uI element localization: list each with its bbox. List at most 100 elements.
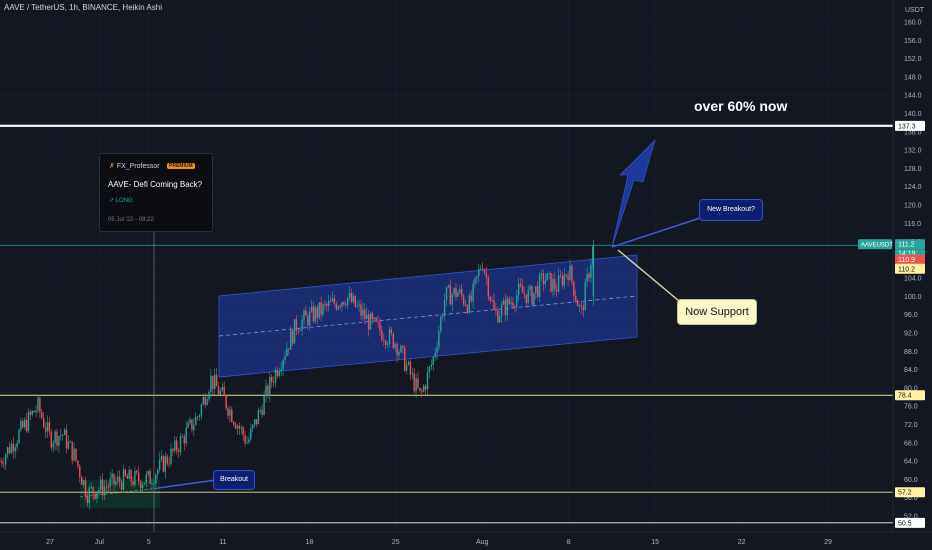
candle-body — [107, 486, 109, 488]
price-tag-57-text: 57.2 — [898, 490, 912, 497]
candle-body — [81, 477, 83, 485]
time-tick-label: 25 — [392, 539, 400, 546]
candle-body — [263, 395, 265, 415]
candle-body — [381, 331, 383, 341]
candle-body — [246, 442, 248, 444]
candle-body — [567, 275, 569, 280]
now-support-callout: Now Support — [677, 299, 757, 325]
candle-body — [79, 466, 81, 478]
candle-body — [130, 469, 132, 482]
candle-body — [73, 448, 75, 461]
candle-body — [428, 366, 431, 373]
price-tick-label: 72.0 — [904, 422, 918, 429]
candle-body — [141, 484, 144, 488]
candle-body — [219, 390, 222, 395]
candle-body — [244, 435, 246, 444]
candle-body — [516, 295, 518, 307]
candle-body — [514, 306, 516, 308]
candle-body — [461, 288, 463, 296]
candle-body — [354, 295, 356, 307]
candle-body — [533, 292, 535, 305]
idea-author[interactable]: ✗ FX_Professor — [109, 162, 160, 170]
candle-body — [62, 434, 64, 436]
candle-body — [466, 305, 469, 313]
candle-body — [58, 436, 60, 446]
candle-body — [341, 302, 343, 307]
price-tick-label: 76.0 — [904, 404, 918, 411]
time-tick-label: 29 — [824, 539, 832, 546]
candle-body — [590, 264, 592, 278]
candle-body — [559, 275, 562, 277]
candle-body — [5, 454, 7, 465]
candle-body — [392, 333, 394, 349]
new-breakout-callout: New Breakout? — [699, 199, 763, 221]
candle-body — [223, 386, 225, 396]
candle-body — [424, 386, 427, 390]
candle-body — [328, 301, 330, 307]
candle-body — [18, 430, 20, 444]
candle-body — [109, 478, 111, 487]
candle-body — [316, 307, 318, 318]
candle-body — [67, 441, 70, 449]
candle-body — [295, 319, 298, 331]
candle-body — [227, 408, 229, 416]
price-tick-label: 60.0 — [904, 477, 918, 484]
candle-body — [33, 411, 35, 413]
candle-body — [206, 399, 208, 405]
candle-body — [210, 375, 212, 392]
candle-body — [400, 345, 402, 353]
candle-body — [24, 419, 26, 428]
candle-body — [63, 429, 66, 435]
candle-body — [383, 340, 385, 342]
candle-body — [457, 292, 459, 297]
candle-body — [329, 301, 332, 302]
candle-body — [497, 311, 499, 323]
candle-body — [113, 473, 115, 485]
idea-title[interactable]: AAVE- Defi Coming Back? — [108, 180, 202, 189]
price-tag-yellow-text: 110.2 — [898, 266, 915, 273]
candle-body — [65, 429, 68, 449]
price-tick-label: 160.0 — [904, 20, 922, 27]
candle-body — [208, 391, 210, 400]
price-tick-label: 132.0 — [904, 148, 922, 155]
candle-body — [512, 302, 514, 307]
candle-body — [337, 306, 339, 310]
candle-body — [280, 369, 282, 372]
candle-body — [409, 361, 412, 375]
candle-body — [35, 410, 37, 413]
candle-body — [326, 304, 328, 307]
candle-body — [12, 443, 14, 452]
candle-body — [504, 300, 507, 315]
candle-body — [136, 471, 138, 473]
candle-body — [371, 313, 374, 319]
idea-card[interactable]: ✗ FX_Professor PREMIUM AAVE- Defi Coming… — [99, 153, 213, 232]
price-tick-label: 68.0 — [904, 440, 918, 447]
candle-body — [506, 298, 508, 315]
price-chart[interactable]: USDT52.056.060.064.068.072.076.080.084.0… — [0, 0, 932, 550]
candle-body — [542, 273, 545, 285]
price-tick-label: 120.0 — [904, 202, 922, 209]
chart-header-title: AAVE / TetherUS, 1h, BINANCE, Heikin Ash… — [4, 3, 162, 12]
breakout-zone — [79, 480, 161, 508]
candle-body — [0, 461, 1, 462]
candle-body — [405, 364, 408, 371]
candle-body — [489, 296, 491, 301]
candle-body — [82, 480, 85, 485]
candle-body — [151, 483, 153, 485]
candle-body — [212, 375, 214, 389]
candle-body — [155, 474, 157, 484]
candle-body — [546, 273, 548, 281]
candle-body — [293, 319, 296, 344]
candle-body — [177, 450, 180, 453]
candle-body — [586, 273, 588, 282]
candle-body — [71, 441, 73, 461]
candle-body — [434, 353, 436, 358]
candle-body — [548, 272, 550, 274]
candle-body — [502, 300, 505, 305]
candle-body — [350, 292, 353, 303]
candle-body — [174, 440, 176, 451]
candle-body — [438, 331, 440, 348]
candle-body — [126, 475, 128, 479]
candle-body — [134, 471, 136, 485]
candle-body — [231, 409, 233, 423]
